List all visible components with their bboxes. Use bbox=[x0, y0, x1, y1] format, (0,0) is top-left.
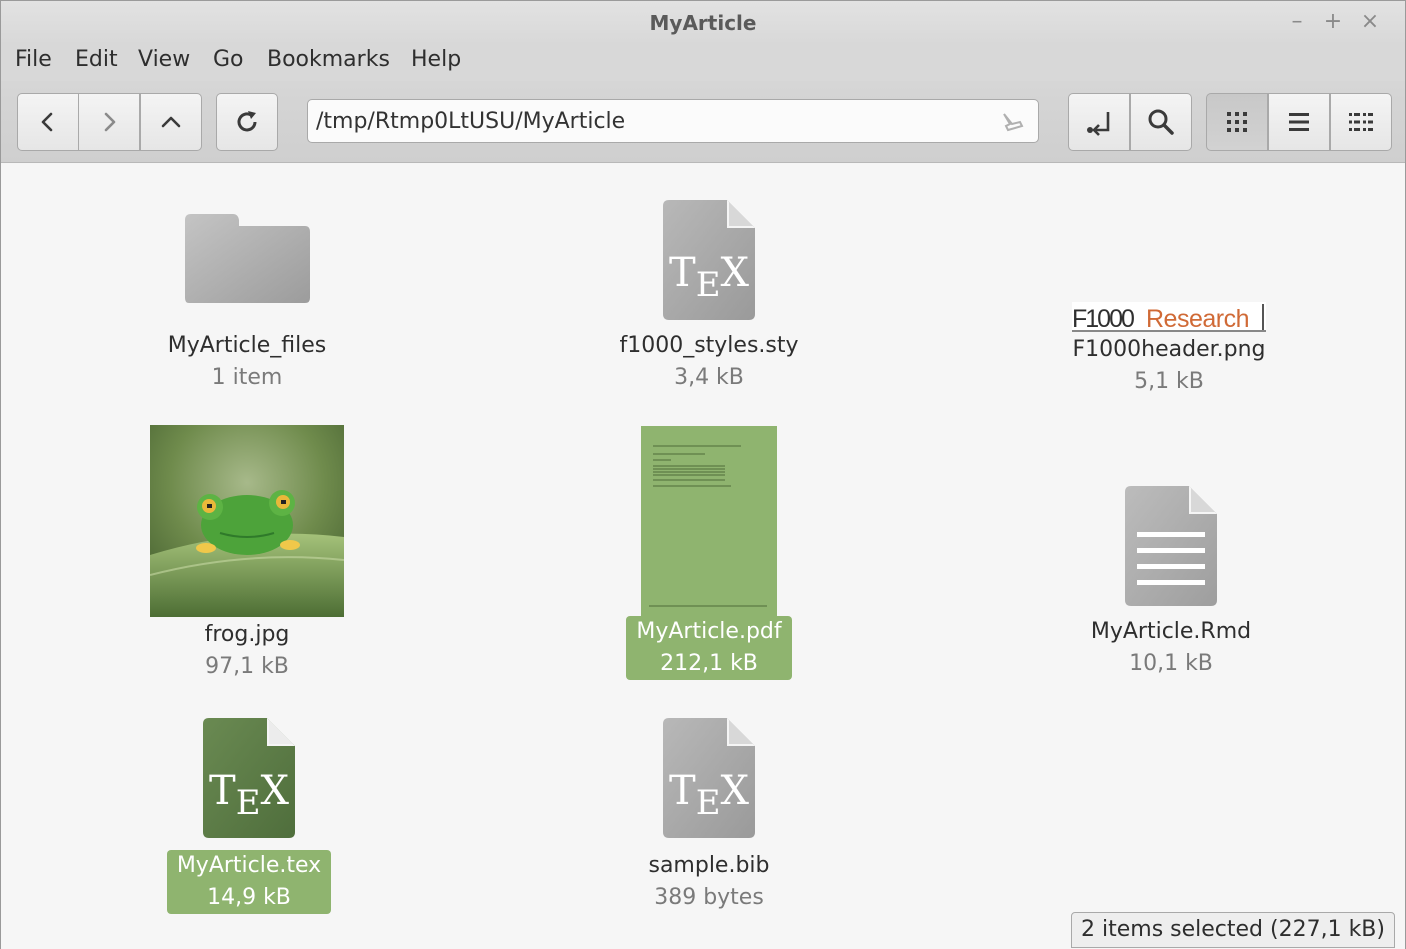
icon-view-button[interactable] bbox=[1206, 93, 1268, 151]
reload-icon bbox=[237, 111, 257, 132]
file-detail: 1 item bbox=[211, 365, 283, 390]
location-input[interactable] bbox=[316, 106, 976, 136]
list-view-icon bbox=[1289, 113, 1309, 131]
selection-highlight: MyArticle.tex 14,9 kB bbox=[166, 850, 332, 914]
tex-file-icon: TEX bbox=[663, 200, 755, 320]
reload-button[interactable] bbox=[216, 93, 278, 151]
close-button[interactable]: × bbox=[1356, 9, 1384, 34]
file-detail: 5,1 kB bbox=[1134, 369, 1204, 394]
file-item-tex[interactable]: TEX MyArticle.tex 14,9 kB bbox=[147, 718, 351, 914]
up-button[interactable] bbox=[140, 93, 202, 151]
menu-help[interactable]: Help bbox=[411, 47, 461, 72]
file-item-pdf[interactable]: MyArticle.pdf 212,1 kB bbox=[609, 426, 809, 680]
toggle-location-button[interactable] bbox=[1068, 93, 1130, 151]
chevron-up-icon bbox=[161, 116, 181, 128]
forward-button[interactable] bbox=[78, 93, 140, 151]
svg-text:F1000: F1000 bbox=[1072, 305, 1134, 332]
chevron-right-icon bbox=[104, 112, 116, 132]
title-bar[interactable]: MyArticle – + × bbox=[1, 1, 1405, 45]
menu-file[interactable]: File bbox=[15, 47, 52, 72]
menu-bookmarks[interactable]: Bookmarks bbox=[267, 47, 390, 72]
pdf-thumbnail bbox=[641, 426, 777, 618]
selection-highlight: MyArticle.pdf 212,1 kB bbox=[626, 616, 792, 680]
file-name: MyArticle.pdf bbox=[636, 619, 782, 644]
file-detail: 14,9 kB bbox=[207, 885, 291, 910]
file-item-sty[interactable]: TEX f1000_styles.sty 3,4 kB bbox=[599, 200, 819, 394]
text-file-icon bbox=[1125, 486, 1217, 606]
window-title: MyArticle bbox=[649, 11, 757, 35]
menu-edit[interactable]: Edit bbox=[75, 47, 118, 72]
menu-view[interactable]: View bbox=[138, 47, 190, 72]
search-button[interactable] bbox=[1130, 93, 1192, 151]
file-name: sample.bib bbox=[648, 853, 770, 878]
back-button[interactable] bbox=[17, 93, 79, 151]
file-item-frog[interactable]: frog.jpg 97,1 kB bbox=[147, 425, 347, 683]
compact-view-button[interactable] bbox=[1330, 93, 1392, 151]
menu-go[interactable]: Go bbox=[213, 47, 244, 72]
file-detail: 10,1 kB bbox=[1129, 651, 1213, 676]
file-manager-window: MyArticle – + × File Edit View Go Bookma… bbox=[0, 0, 1406, 949]
toolbar bbox=[1, 81, 1405, 163]
file-detail: 97,1 kB bbox=[205, 654, 289, 679]
folder-icon bbox=[185, 214, 310, 303]
status-bar: 2 items selected (227,1 kB) bbox=[1071, 912, 1395, 948]
minimize-button[interactable]: – bbox=[1283, 9, 1311, 34]
file-name: MyArticle.Rmd bbox=[1090, 619, 1252, 644]
file-name: F1000header.png bbox=[1072, 337, 1266, 362]
menu-bar: File Edit View Go Bookmarks Help bbox=[1, 45, 1405, 81]
tex-file-icon: TEX bbox=[203, 718, 295, 838]
clear-location-icon[interactable] bbox=[998, 108, 1026, 136]
location-bar[interactable] bbox=[307, 99, 1039, 143]
pdf-page-preview bbox=[649, 445, 767, 607]
file-view[interactable]: MyArticle_files 1 item TEX f1000_styles.… bbox=[1, 164, 1405, 949]
tex-file-icon: TEX bbox=[663, 718, 755, 838]
image-thumbnail: F1000 Research bbox=[1072, 302, 1266, 332]
file-item-header-png[interactable]: F1000 Research F1000header.png 5,1 kB bbox=[1059, 302, 1279, 398]
file-name: MyArticle_files bbox=[167, 333, 327, 358]
file-detail: 3,4 kB bbox=[674, 365, 744, 390]
maximize-button[interactable]: + bbox=[1319, 9, 1347, 34]
file-name: f1000_styles.sty bbox=[619, 333, 799, 358]
file-detail: 389 bytes bbox=[654, 885, 764, 910]
svg-text:Research: Research bbox=[1146, 305, 1249, 332]
file-item-bib[interactable]: TEX sample.bib 389 bytes bbox=[599, 718, 819, 914]
path-toggle-icon bbox=[1087, 112, 1110, 136]
file-item-folder[interactable]: MyArticle_files 1 item bbox=[147, 208, 347, 394]
search-icon bbox=[1148, 109, 1174, 135]
compact-view-icon bbox=[1349, 113, 1373, 131]
grid-view-icon bbox=[1227, 112, 1247, 132]
chevron-left-icon bbox=[41, 112, 53, 132]
file-detail: 212,1 kB bbox=[660, 651, 758, 676]
file-name: MyArticle.tex bbox=[176, 853, 322, 878]
file-name: frog.jpg bbox=[204, 622, 290, 647]
image-thumbnail bbox=[150, 425, 344, 617]
file-item-rmd[interactable]: MyArticle.Rmd 10,1 kB bbox=[1061, 486, 1281, 680]
f1000-logo: F1000 Research bbox=[1072, 304, 1264, 332]
list-view-button[interactable] bbox=[1268, 93, 1330, 151]
